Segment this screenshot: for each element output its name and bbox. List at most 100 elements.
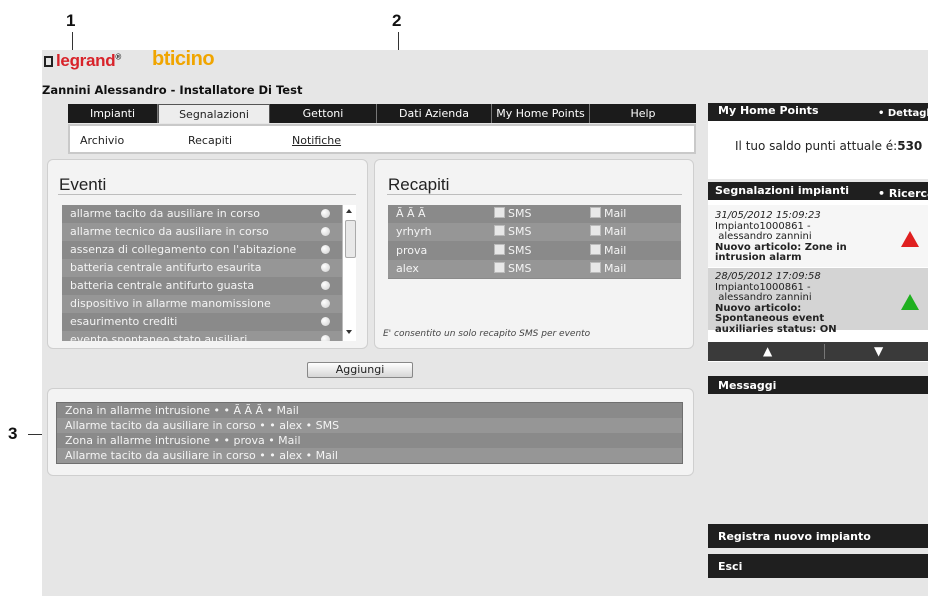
evento-item[interactable]: batteria centrale antifurto guasta [62,277,342,295]
checkbox-icon[interactable] [494,225,505,236]
segnalazioni-header: Segnalazioni impianti • Ricerca [708,182,928,200]
user-title: Zannini Alessandro - Installatore Di Tes… [42,83,303,97]
tab-impianti[interactable]: Impianti [68,104,158,123]
points-header: My Home Points • Dettagli [708,103,928,121]
mail-option[interactable]: Mail [590,242,626,260]
status-ok-icon [901,294,919,310]
evento-item[interactable]: assenza di collegamento con l'abitazione [62,241,342,259]
recapiti-title: Recapiti [388,175,450,194]
recapito-row: alex SMS Mail [388,260,681,278]
segnalazione-item[interactable]: 28/05/2012 17:09:58 Impianto1000861 - al… [708,268,928,334]
page-up-icon[interactable]: ▲ [763,344,772,358]
radio-icon[interactable] [321,245,330,254]
segnalazione-owner: alessandro zannini [718,292,812,303]
checkbox-icon[interactable] [494,262,505,273]
legrand-logo: legrand® [44,51,121,71]
bticino-logo: bticino [152,48,215,70]
points-title: My Home Points [718,104,819,117]
points-balance: Il tuo saldo punti attuale é:530 [735,139,922,153]
scroll-down-icon[interactable] [346,330,352,334]
segnalazione-item[interactable]: 31/05/2012 15:09:23 Impianto1000861 - al… [708,205,928,267]
main-nav: Impianti Segnalazioni Gettoni Dati Azien… [68,104,696,123]
sms-option[interactable]: SMS [494,242,531,260]
notifica-row[interactable]: Zona in allarme intrusione • • Ã Ã Ã • M… [57,404,682,418]
sms-option[interactable]: SMS [494,205,531,223]
scroll-thumb[interactable] [345,220,356,258]
mail-option[interactable]: Mail [590,223,626,241]
tab-segnalazioni[interactable]: Segnalazioni [158,104,270,123]
checkbox-icon[interactable] [590,207,601,218]
recapiti-title-rule [387,194,682,195]
tab-my-home-points[interactable]: My Home Points [492,104,590,123]
subnav-recapiti[interactable]: Recapiti [188,134,232,147]
esci-label: Esci [718,560,743,573]
checkbox-icon[interactable] [590,262,601,273]
checkbox-icon[interactable] [590,225,601,236]
segnalazioni-pager: ▲ ▼ [708,342,928,361]
subnav-archivio[interactable]: Archivio [80,134,124,147]
checkbox-icon[interactable] [494,207,505,218]
sub-nav: Archivio Recapiti Notifiche [68,124,696,154]
segnalazioni-title: Segnalazioni impianti [715,184,850,197]
eventi-title-rule [58,194,356,195]
notifica-row[interactable]: Allarme tacito da ausiliare in corso • •… [57,448,682,463]
eventi-list[interactable]: allarme tacito da ausiliare in corso all… [62,205,356,341]
evento-item[interactable]: allarme tacito da ausiliare in corso [62,205,342,223]
segnalazione-text: Nuovo articolo: Zone in intrusion alarm [715,241,847,263]
radio-icon[interactable] [321,317,330,326]
subnav-notifiche[interactable]: Notifiche [292,134,341,147]
segnalazioni-search-link[interactable]: • Ricerca [878,187,928,200]
segnalazione-plant: Impianto1000861 - [715,281,811,293]
callout-1: 1 [66,11,76,30]
recapiti-panel: Recapiti Ã Ã Ã SMS Mail yrhyrh SMS Mail … [374,159,694,349]
segnalazioni-box: 31/05/2012 15:09:23 Impianto1000861 - al… [708,200,928,362]
notifica-row[interactable]: Allarme tacito da ausiliare in corso • •… [57,418,682,433]
tab-dati-azienda[interactable]: Dati Azienda [377,104,492,123]
radio-icon[interactable] [321,227,330,236]
mail-option[interactable]: Mail [590,205,626,223]
points-value: 530 [897,139,923,153]
legrand-square-icon [44,56,53,67]
notifiche-panel: Zona in allarme intrusione • • Ã Ã Ã • M… [47,388,694,476]
radio-icon[interactable] [321,209,330,218]
callout-2: 2 [392,11,402,30]
checkbox-icon[interactable] [590,244,601,255]
scroll-up-icon[interactable] [346,209,352,213]
registra-label: Registra nuovo impianto [718,530,871,543]
esci-button[interactable]: Esci [708,554,928,578]
evento-item[interactable]: evento spontaneo stato ausiliari [62,331,342,341]
recapito-row: Ã Ã Ã SMS Mail [388,205,681,223]
tab-gettoni[interactable]: Gettoni [270,104,377,123]
page-down-icon[interactable]: ▼ [874,344,883,358]
radio-icon[interactable] [321,299,330,308]
evento-item[interactable]: dispositivo in allarme manomissione [62,295,342,313]
messaggi-header[interactable]: Messaggi [708,376,928,394]
notifiche-list: Zona in allarme intrusione • • Ã Ã Ã • M… [56,402,683,464]
segnalazione-date: 31/05/2012 15:09:23 [715,210,821,221]
recapito-row: yrhyrh SMS Mail [388,223,681,241]
sms-option[interactable]: SMS [494,260,531,278]
segnalazione-text: Nuovo articolo: Spontaneous event auxili… [715,302,837,335]
mail-option[interactable]: Mail [590,260,626,278]
tab-help[interactable]: Help [590,104,696,123]
callout-3: 3 [8,424,18,443]
sms-option[interactable]: SMS [494,223,531,241]
checkbox-icon[interactable] [494,244,505,255]
radio-icon[interactable] [321,263,330,272]
aggiungi-button[interactable]: Aggiungi [307,362,413,378]
segnalazione-date: 28/05/2012 17:09:58 [715,271,821,282]
points-box: Il tuo saldo punti attuale é:530 [708,121,928,179]
messaggi-label: Messaggi [718,379,777,392]
evento-item[interactable]: esaurimento crediti [62,313,342,331]
radio-icon[interactable] [321,335,330,341]
points-details-link[interactable]: • Dettagli [878,108,928,119]
evento-item[interactable]: allarme tecnico da ausiliare in corso [62,223,342,241]
notifica-row[interactable]: Zona in allarme intrusione • • prova • M… [57,433,682,448]
alarm-warning-icon [901,231,919,247]
segnalazione-plant: Impianto1000861 - [715,220,811,232]
evento-item[interactable]: batteria centrale antifurto esaurita [62,259,342,277]
eventi-scrollbar[interactable] [342,205,356,341]
radio-icon[interactable] [321,281,330,290]
eventi-panel: Eventi allarme tacito da ausiliare in co… [47,159,368,349]
registra-impianto-button[interactable]: Registra nuovo impianto [708,524,928,548]
